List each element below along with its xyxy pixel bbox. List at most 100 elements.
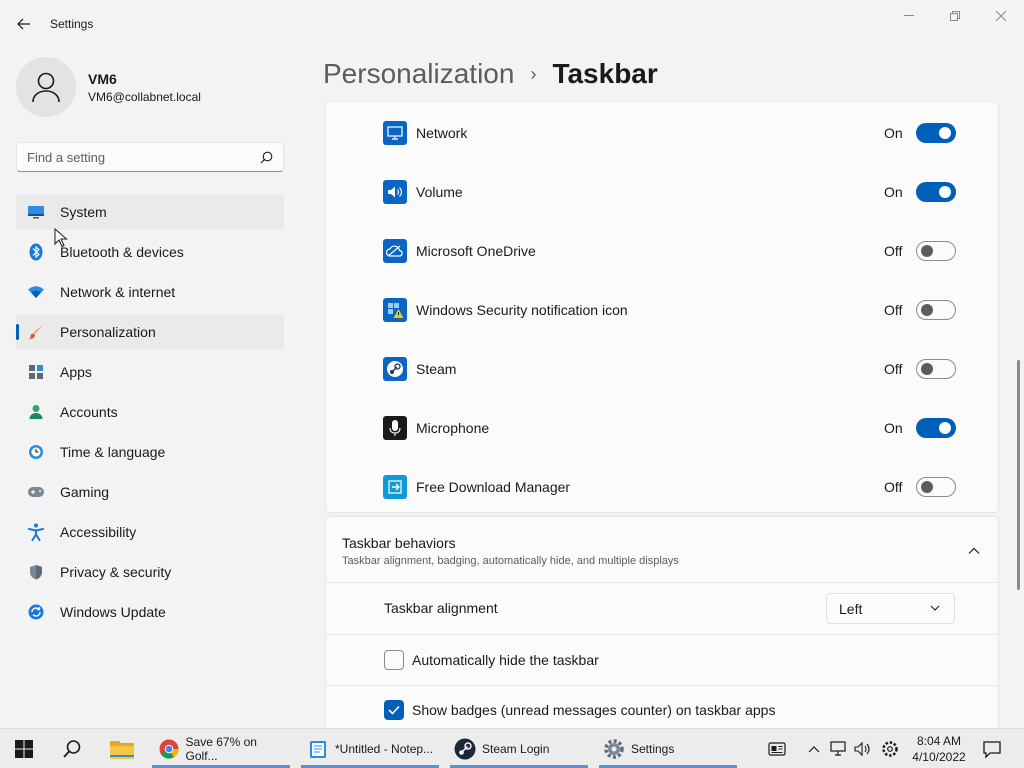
steam-toggle[interactable] (916, 358, 956, 379)
sidebar-item-label: Gaming (60, 484, 110, 500)
chevron-up-icon[interactable] (966, 543, 982, 559)
taskbar-app-label: Settings (631, 741, 675, 756)
tray-label: Volume (416, 183, 463, 200)
volume-toggle[interactable] (916, 181, 956, 202)
monitor-icon (27, 203, 45, 221)
search-icon[interactable] (260, 151, 273, 164)
sidebar-item-label: Network & internet (60, 284, 176, 300)
person-icon (27, 403, 45, 421)
file-explorer-icon[interactable] (108, 737, 136, 761)
section-subtitle: Taskbar alignment, badging, automaticall… (342, 555, 679, 567)
microphone-toggle[interactable] (916, 417, 956, 438)
notification-center-icon[interactable] (982, 739, 1002, 759)
taskbar-app-steam[interactable]: Steam Login (450, 729, 588, 768)
gamepad-icon (27, 483, 45, 501)
taskbar-alignment-dropdown[interactable]: Left (826, 593, 955, 624)
close-button[interactable] (978, 6, 1024, 26)
profile-email: VM6@collabnet.local (88, 89, 201, 104)
minimize-button[interactable] (886, 6, 932, 26)
breadcrumb-separator: › (530, 63, 537, 84)
section-title: Taskbar behaviors (342, 535, 456, 551)
taskbar-app-chrome[interactable]: Save 67% on Golf... (152, 729, 290, 768)
back-button[interactable] (10, 12, 38, 36)
settings-gear-tray-icon[interactable] (881, 740, 899, 758)
windows-security-toggle[interactable] (916, 299, 956, 320)
title-bar: Settings (0, 0, 1024, 48)
taskbar-clock[interactable]: 8:04 AM 4/10/2022 (906, 733, 972, 765)
minimize-icon (904, 15, 914, 16)
sidebar-item-personalization[interactable]: Personalization (16, 314, 284, 350)
steam-icon (454, 738, 476, 760)
settings-gear-icon (603, 738, 625, 760)
scrollbar[interactable] (1017, 360, 1020, 590)
toggle-state: Off (884, 478, 903, 495)
sidebar-item-network[interactable]: Network & internet (16, 274, 284, 310)
user-profile[interactable]: VM6 VM6@collabnet.local (16, 57, 201, 117)
sidebar-item-apps[interactable]: Apps (16, 354, 284, 390)
tray-label: Network (416, 124, 468, 141)
sidebar-item-label: Windows Update (60, 604, 166, 620)
steam-icon (383, 356, 407, 381)
breadcrumb-parent[interactable]: Personalization (323, 58, 514, 90)
toggle-state: Off (884, 360, 903, 377)
network-toggle[interactable] (916, 122, 956, 143)
app-title: Settings (50, 17, 94, 31)
maximize-button[interactable] (932, 6, 978, 26)
taskbar-app-notepad[interactable]: *Untitled - Notep... (301, 729, 439, 768)
sidebar-item-gaming[interactable]: Gaming (16, 474, 284, 510)
sidebar-item-label: System (60, 204, 107, 220)
tray-row-free-download-manager: Free Download Manager Off (326, 457, 998, 516)
taskbar-behaviors-header[interactable]: Taskbar behaviors Taskbar alignment, bad… (325, 516, 999, 583)
sidebar-nav: System Bluetooth & devices Network & int… (16, 194, 284, 634)
onedrive-toggle[interactable] (916, 240, 956, 261)
tray-row-windows-security: Windows Security notification icon Off (326, 280, 998, 339)
chevron-up-icon[interactable] (805, 740, 823, 758)
bluetooth-icon (27, 243, 45, 261)
checkbox-label: Automatically hide the taskbar (412, 652, 599, 668)
tray-label: Windows Security notification icon (416, 301, 628, 318)
tray-label: Steam (416, 360, 457, 377)
show-badges-checkbox[interactable] (384, 700, 404, 720)
taskbar-app-label: Steam Login (482, 741, 550, 756)
sidebar-item-label: Privacy & security (60, 564, 172, 580)
sidebar-item-accounts[interactable]: Accounts (16, 394, 284, 430)
tray-label: Microphone (416, 419, 490, 436)
speaker-icon (383, 179, 407, 204)
sidebar-item-accessibility[interactable]: Accessibility (16, 514, 284, 550)
taskbar-app-label: Save 67% on Golf... (185, 734, 257, 763)
windows-security-warning-icon (383, 297, 407, 322)
back-arrow-icon (17, 18, 30, 30)
shield-icon (27, 563, 45, 581)
notepad-icon (307, 738, 329, 760)
news-widget-icon[interactable] (768, 740, 786, 758)
chrome-icon (158, 738, 180, 760)
show-badges-row: Show badges (unread messages counter) on… (325, 686, 999, 728)
checkbox-label: Show badges (unread messages counter) on… (412, 702, 776, 718)
sidebar-item-system[interactable]: System (16, 194, 284, 230)
tray-icons-card: Network On Volume On Microsoft OneDrive … (325, 103, 999, 513)
wifi-icon (27, 283, 45, 301)
update-icon (27, 603, 45, 621)
page-title: Taskbar (552, 58, 658, 89)
sidebar-item-time-language[interactable]: Time & language (16, 434, 284, 470)
auto-hide-checkbox[interactable] (384, 650, 404, 670)
tray-label: Microsoft OneDrive (416, 242, 536, 259)
network-tray-icon[interactable] (830, 740, 848, 758)
taskbar-app-label: *Untitled - Notep... (335, 741, 434, 756)
sidebar-item-windows-update[interactable]: Windows Update (16, 594, 284, 630)
taskbar-app-settings[interactable]: Settings (599, 729, 737, 768)
avatar (16, 57, 76, 117)
sidebar-item-privacy-security[interactable]: Privacy & security (16, 554, 284, 590)
toggle-state: Off (884, 242, 903, 259)
search-input[interactable] (27, 149, 260, 165)
volume-tray-icon[interactable] (854, 740, 872, 758)
profile-name: VM6 (88, 70, 117, 87)
search-icon[interactable] (62, 739, 82, 759)
restore-icon (950, 11, 960, 21)
search-box[interactable] (16, 142, 284, 172)
mouse-cursor-icon (54, 228, 68, 248)
free-download-manager-toggle[interactable] (916, 476, 956, 497)
windows-start-icon[interactable] (14, 739, 34, 759)
tray-row-network: Network On (326, 103, 998, 162)
toggle-state: On (884, 183, 903, 200)
